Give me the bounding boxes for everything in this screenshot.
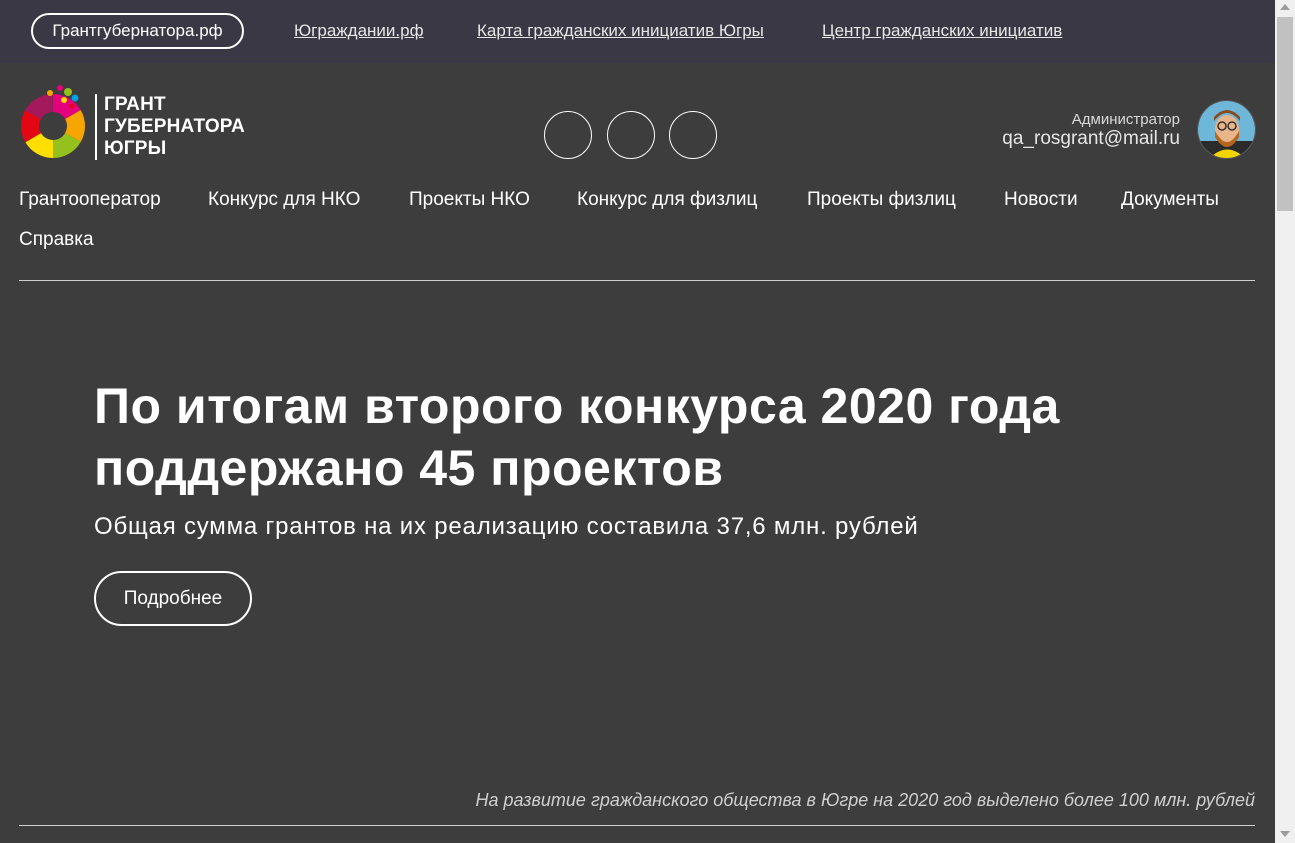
nav-item-grant-operator[interactable]: Грантооператор <box>19 189 161 211</box>
logo-line-1: ГРАНТ <box>104 94 166 115</box>
social-icon-2[interactable] <box>607 111 655 159</box>
logo-line-3: ЮГРЫ <box>104 138 167 159</box>
nav-item-individuals-contest[interactable]: Конкурс для физлиц <box>577 189 757 211</box>
scroll-down-icon[interactable] <box>1280 831 1290 837</box>
nav-item-nko-projects[interactable]: Проекты НКО <box>409 189 530 211</box>
civic-initiatives-map-link[interactable]: Карта гражданских инициатив Югры <box>477 21 764 41</box>
avatar[interactable] <box>1197 100 1256 159</box>
nav-item-nko-contest[interactable]: Конкурс для НКО <box>208 189 360 211</box>
logo-text: ГРАНТ ГУБЕРНАТОРА ЮГРЫ <box>95 94 245 160</box>
hero-title: По итогам второго конкурса 2020 года под… <box>94 378 1060 496</box>
nav-divider <box>19 280 1255 281</box>
social-icon-1[interactable] <box>544 111 592 159</box>
social-icon-3[interactable] <box>669 111 717 159</box>
funding-note: На развитие гражданского общества в Югре… <box>475 790 1255 810</box>
nav-item-news[interactable]: Новости <box>1004 189 1078 211</box>
scroll-up-icon[interactable] <box>1280 4 1290 10</box>
more-button[interactable]: Подробнее <box>94 571 252 626</box>
hero-subtitle: Общая сумма грантов на их реализацию сос… <box>94 513 919 540</box>
top-bar: Грантгубернатора.рф Юграждании.рф Карта … <box>0 0 1275 63</box>
scrollbar[interactable] <box>1275 0 1295 843</box>
grant-governor-link[interactable]: Грантгубернатора.рф <box>31 13 244 49</box>
nav-item-documents[interactable]: Документы <box>1121 189 1219 211</box>
nav-item-help[interactable]: Справка <box>19 229 94 251</box>
civic-initiatives-center-link[interactable]: Центр гражданских инициатив <box>822 21 1062 41</box>
logo-line-2: ГУБЕРНАТОРА <box>104 116 245 137</box>
bottom-divider <box>19 825 1255 826</box>
avatar-icon <box>1198 101 1255 158</box>
user-role: Администратор <box>1071 111 1180 128</box>
ugrazhdanin-link[interactable]: Юграждании.рф <box>294 21 424 41</box>
nav-item-individuals-projects[interactable]: Проекты физлиц <box>807 189 956 211</box>
scroll-thumb[interactable] <box>1277 17 1293 211</box>
user-email[interactable]: qa_rosgrant@mail.ru <box>1002 128 1180 150</box>
